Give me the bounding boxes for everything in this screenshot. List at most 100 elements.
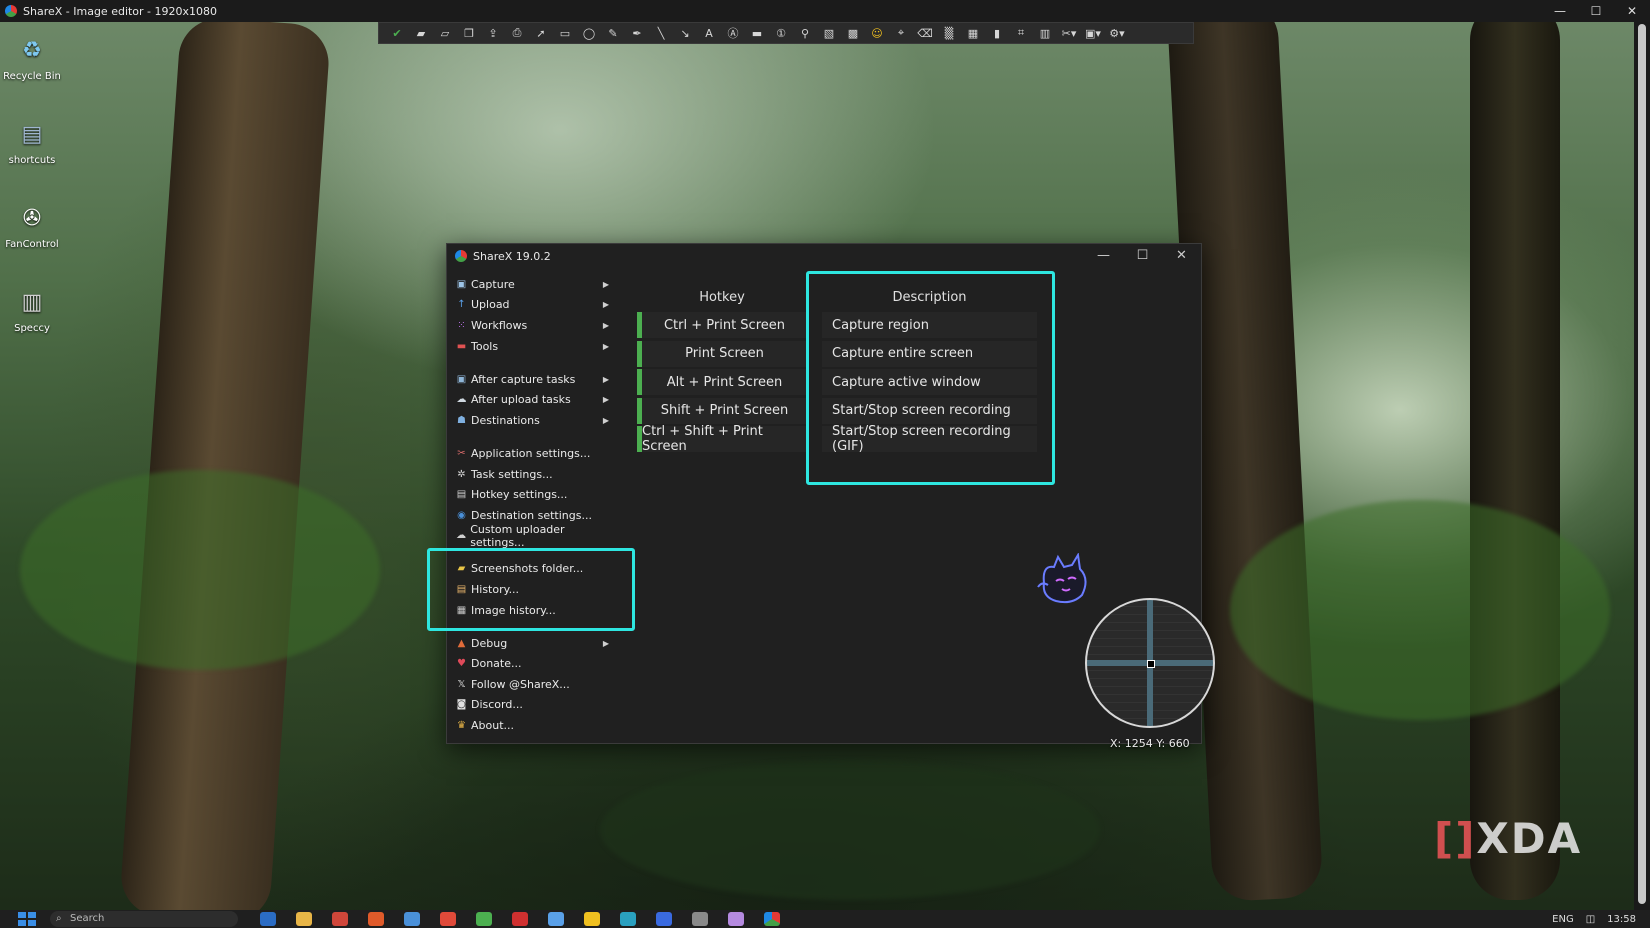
rectangle-icon[interactable]: ▭ [553,23,577,43]
capture-dropdown-icon[interactable]: ▣▾ [1081,23,1105,43]
eraser-icon[interactable]: ⌫ [913,23,937,43]
recycle-bin-icon: ♻ [22,37,42,63]
copy-icon[interactable]: ❐ [457,23,481,43]
upload-icon[interactable]: ⇪ [481,23,505,43]
menu-item-label: About... [471,719,515,733]
speech-balloon-icon[interactable]: ▬ [745,23,769,43]
menu-separator [451,431,613,444]
crop-icon[interactable]: ⌗ [1009,23,1033,43]
vertical-scrollbar[interactable] [1634,22,1650,910]
arrow-icon[interactable]: ↘ [673,23,697,43]
taskbar-app-icon[interactable] [728,912,744,926]
description-highlight-box [806,271,1055,485]
taskbar-app-icon[interactable] [260,912,276,926]
taskbar-app-icon[interactable] [656,912,672,926]
select-icon[interactable]: ➚ [529,23,553,43]
menu-item-tools[interactable]: ▬ Tools ▶ [451,336,613,357]
menu-item-label: Capture [471,277,515,291]
maximize-button[interactable]: ☐ [1578,0,1614,22]
text-background-icon[interactable]: Ⓐ [721,23,745,43]
submenu-arrow-icon: ▶ [602,638,609,648]
menu-item-capture[interactable]: ▣ Capture ▶ [451,274,613,295]
taskbar-app-icon[interactable] [440,912,456,926]
taskbar-app-icon[interactable] [368,912,384,926]
blur-icon[interactable]: ▒ [937,23,961,43]
hotkey-cell[interactable]: Shift + Print Screen [637,397,807,424]
menu-item-discord[interactable]: ◙ Discord... [451,695,613,716]
confirm-icon[interactable]: ✔ [385,23,409,43]
menu-item-follow-sharex[interactable]: 𝕏 Follow @ShareX... [451,674,613,695]
menu-item-donate[interactable]: ♥ Donate... [451,654,613,675]
print-icon[interactable]: ⎙ [505,23,529,43]
image-icon[interactable]: ▧ [817,23,841,43]
hotkey-cell[interactable]: Ctrl + Shift + Print Screen [637,424,807,454]
window-maximize-button[interactable]: ☐ [1123,244,1162,268]
hotkey-cell[interactable]: Print Screen [637,340,807,367]
sticker-icon[interactable]: ▩ [841,23,865,43]
taskbar-app-icon[interactable] [584,912,600,926]
text-icon[interactable]: A [697,23,721,43]
menu-item-task-settings[interactable]: ✲ Task settings... [451,464,613,485]
menu-item-application-settings[interactable]: ✂ Application settings... [451,443,613,464]
menu-item-upload[interactable]: ↑ Upload ▶ [451,295,613,316]
window-minimize-button[interactable]: — [1084,244,1123,268]
menu-item-debug[interactable]: ▲ Debug ▶ [451,633,613,654]
foliage [600,760,1100,900]
sharex-taskbar-icon[interactable] [764,912,780,926]
minimize-button[interactable]: — [1542,0,1578,22]
submenu-arrow-icon: ▶ [602,415,609,425]
line-icon[interactable]: ╲ [649,23,673,43]
window-title: ShareX 19.0.2 [473,249,551,263]
magnify-icon[interactable]: ⚲ [793,23,817,43]
taskbar-app-icon[interactable] [548,912,564,926]
tree-trunk [1470,0,1560,900]
save-as-icon[interactable]: ▱ [433,23,457,43]
taskbar-search[interactable]: ⌕ Search [50,911,238,927]
cursor-icon[interactable]: ⌖ [889,23,913,43]
menu-item-label: Destination settings... [471,508,592,522]
menu-item-about[interactable]: ♛ About... [451,715,613,736]
shapes-dropdown-icon[interactable]: ✂▾ [1057,23,1081,43]
ellipse-icon[interactable]: ◯ [577,23,601,43]
emoji-icon[interactable]: ☺ [865,23,889,43]
menu-item-hotkey-settings[interactable]: ▤ Hotkey settings... [451,484,613,505]
taskbar-app-icon[interactable] [404,912,420,926]
menu-item-after-capture-tasks[interactable]: ▣ After capture tasks ▶ [451,369,613,390]
system-tray: ENG ◫ 13:58 [1540,910,1636,928]
cut-icon[interactable]: ▥ [1033,23,1057,43]
desktop-icon-speccy[interactable]: ▥ Speccy [2,284,62,335]
taskbar-app-icon[interactable] [620,912,636,926]
taskbar-app-icon[interactable] [512,912,528,926]
settings-icon[interactable]: ⚙▾ [1105,23,1129,43]
taskbar-app-icon[interactable] [476,912,492,926]
pen-icon[interactable]: ✒ [625,23,649,43]
window-close-button[interactable]: ✕ [1162,244,1201,268]
start-button[interactable] [18,912,36,926]
desktop-icon-fancontrol[interactable]: ✇ FanControl [2,200,62,251]
taskbar-app-icon[interactable] [332,912,348,926]
clock[interactable]: 13:58 [1607,914,1636,925]
scrollbar-thumb[interactable] [1638,24,1646,904]
step-icon[interactable]: ① [769,23,793,43]
desktop-icon-shortcuts[interactable]: ▤ shortcuts [2,116,62,167]
freehand-icon[interactable]: ✎ [601,23,625,43]
pixelate-icon[interactable]: ▦ [961,23,985,43]
hotkey-cell[interactable]: Alt + Print Screen [637,369,807,395]
menu-item-workflows[interactable]: ⁙ Workflows ▶ [451,315,613,336]
xda-logo-icon: [] [1434,814,1477,863]
hotkey-cell[interactable]: Ctrl + Print Screen [637,312,807,338]
speccy-icon: ▥ [21,289,43,315]
close-button[interactable]: ✕ [1614,0,1650,22]
desktop-icon-recycle-bin[interactable]: ♻ Recycle Bin [2,32,62,83]
menu-item-destinations[interactable]: ☗ Destinations ▶ [451,410,613,431]
desktop-icon-label: shortcuts [8,155,56,166]
highlight-icon[interactable]: ▮ [985,23,1009,43]
language-indicator[interactable]: ENG [1552,914,1574,925]
taskbar-app-icon[interactable] [692,912,708,926]
network-icon[interactable]: ◫ [1586,914,1595,925]
menu-item-custom-uploader-settings[interactable]: ☁ Custom uploader settings... [451,523,613,549]
save-icon[interactable]: ▰ [409,23,433,43]
file-explorer-icon[interactable] [296,912,312,926]
crosshair-center [1147,660,1155,668]
menu-item-after-upload-tasks[interactable]: ☁ After upload tasks ▶ [451,389,613,410]
